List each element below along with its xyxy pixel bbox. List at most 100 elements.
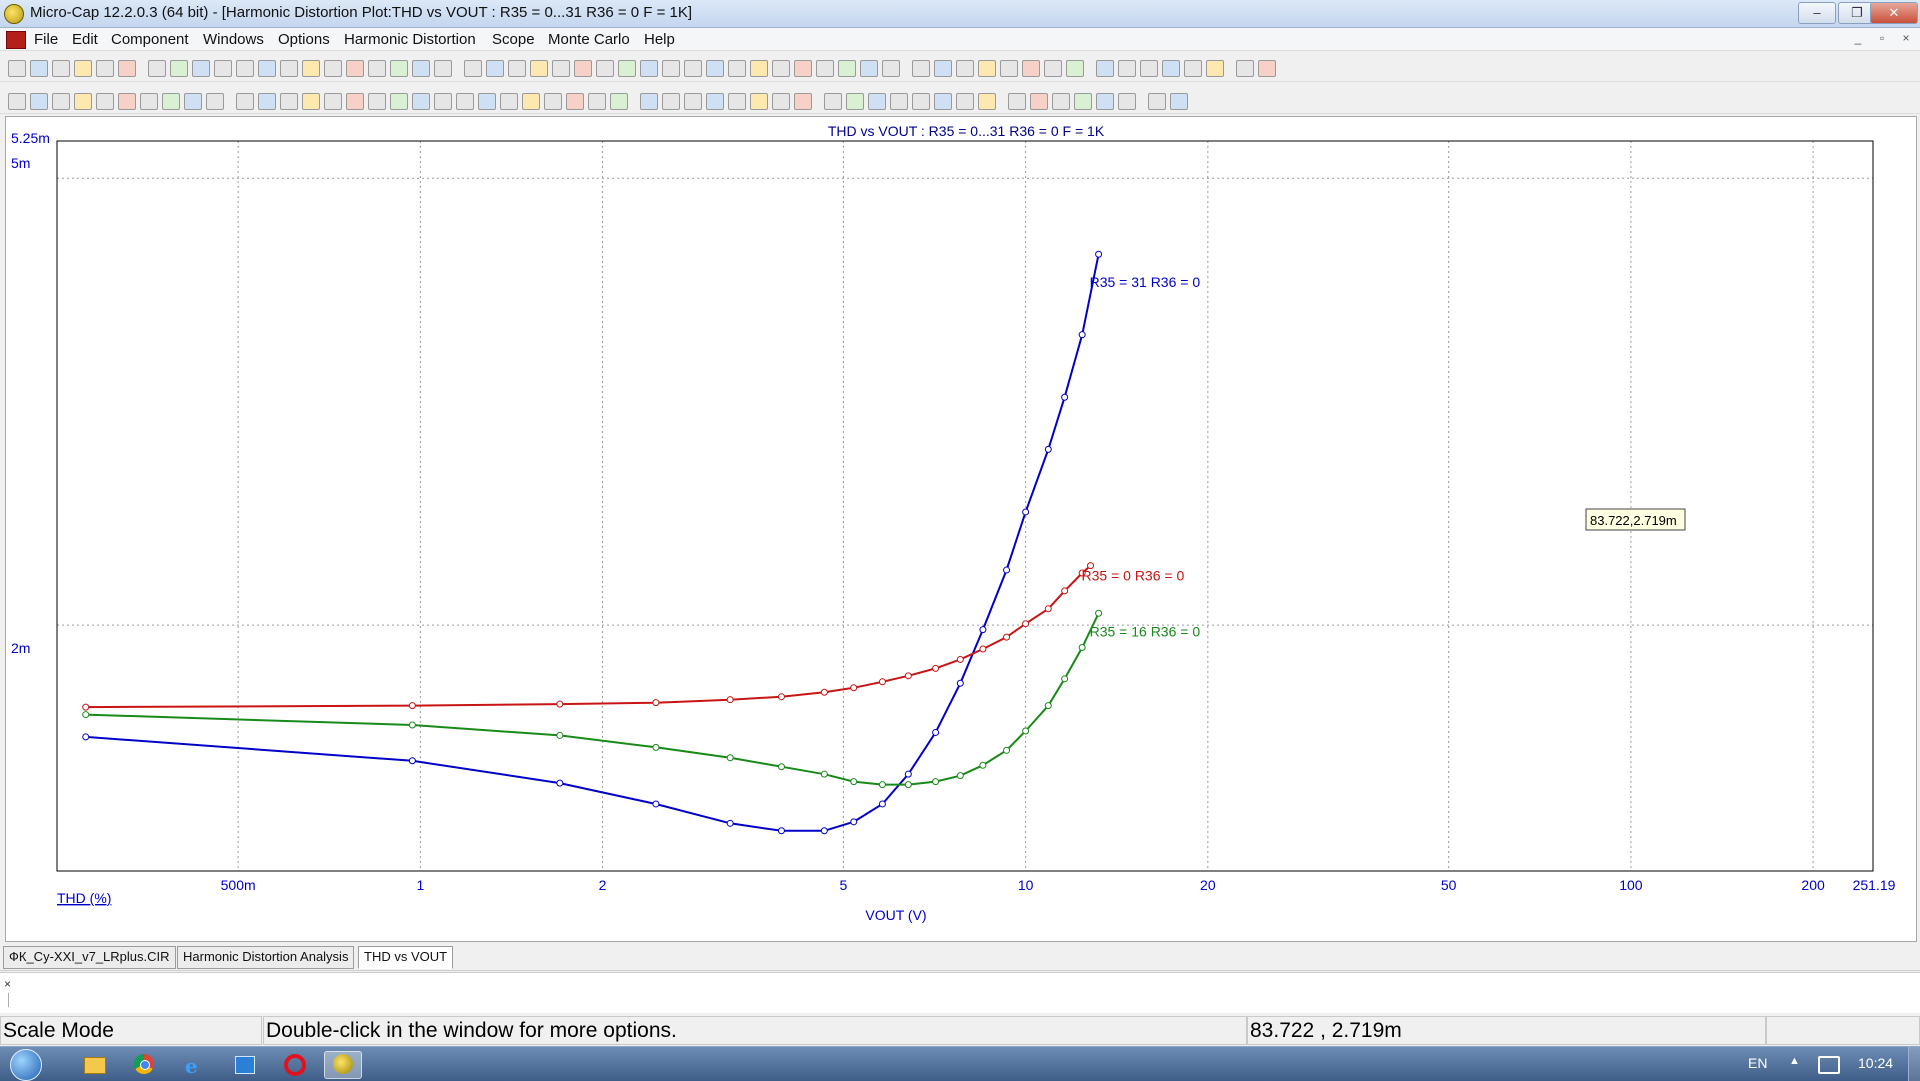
toolbar-button[interactable] xyxy=(728,93,746,110)
toolbar-button[interactable] xyxy=(684,93,702,110)
toolbar-button[interactable] xyxy=(478,93,496,110)
document-icon[interactable] xyxy=(6,31,26,49)
toolbar-button[interactable] xyxy=(1066,60,1084,77)
toolbar-button[interactable] xyxy=(662,93,680,110)
toolbar-button[interactable] xyxy=(706,93,724,110)
toolbar-button[interactable] xyxy=(96,60,114,77)
menu-component[interactable]: Component xyxy=(111,31,189,48)
pane-close-button[interactable]: × xyxy=(4,977,11,991)
microcap-app-icon[interactable] xyxy=(4,4,24,24)
plot-window[interactable]: R35 = 31 R36 = 0 R35 = 0 R36 = 0 R35 = 16 … xyxy=(5,116,1917,942)
microcap-taskbar-icon[interactable] xyxy=(324,1051,362,1079)
toolbar-button[interactable] xyxy=(574,60,592,77)
toolbar-button[interactable] xyxy=(148,60,166,77)
show-desktop-button[interactable] xyxy=(1908,1047,1920,1081)
toolbar-button[interactable] xyxy=(1148,93,1166,110)
toolbar-button[interactable] xyxy=(1096,93,1114,110)
tab-harmonic-distortion-analysis[interactable]: Harmonic Distortion Analysis xyxy=(177,946,355,969)
toolbar-button[interactable] xyxy=(794,60,812,77)
toolbar-button[interactable] xyxy=(750,93,768,110)
toolbar-button[interactable] xyxy=(1184,60,1202,77)
file-explorer-icon[interactable] xyxy=(76,1051,112,1077)
toolbar-button[interactable] xyxy=(640,93,658,110)
command-pane[interactable]: × xyxy=(0,972,1920,1013)
toolbar-button[interactable] xyxy=(956,93,974,110)
toolbar-button[interactable] xyxy=(162,93,180,110)
toolbar-button[interactable] xyxy=(684,60,702,77)
toolbar-button[interactable] xyxy=(258,60,276,77)
toolbar-button[interactable] xyxy=(1118,60,1136,77)
toolbar-button[interactable] xyxy=(566,93,584,110)
toolbar-button[interactable] xyxy=(206,93,224,110)
start-orb-icon[interactable] xyxy=(10,1049,42,1081)
toolbar-button[interactable] xyxy=(184,93,202,110)
toolbar-button[interactable] xyxy=(74,93,92,110)
toolbar-button[interactable] xyxy=(30,60,48,77)
toolbar-button[interactable] xyxy=(772,93,790,110)
toolbar-button[interactable] xyxy=(302,93,320,110)
toolbar-button[interactable] xyxy=(456,93,474,110)
toolbar-button[interactable] xyxy=(934,60,952,77)
toolbar-button[interactable] xyxy=(74,60,92,77)
chrome-icon[interactable] xyxy=(126,1051,162,1077)
toolbar-button[interactable] xyxy=(1000,60,1018,77)
toolbar-button[interactable] xyxy=(30,93,48,110)
toolbar-button[interactable] xyxy=(280,93,298,110)
toolbar-button[interactable] xyxy=(1022,60,1040,77)
toolbar-button[interactable] xyxy=(1162,60,1180,77)
toolbar-button[interactable] xyxy=(434,93,452,110)
app-window-icon[interactable] xyxy=(226,1051,262,1077)
toolbar-button[interactable] xyxy=(912,60,930,77)
toolbar-button[interactable] xyxy=(302,60,320,77)
toolbar-button[interactable] xyxy=(838,60,856,77)
toolbar-button[interactable] xyxy=(728,60,746,77)
toolbar-button[interactable] xyxy=(978,60,996,77)
toolbar-button[interactable] xyxy=(192,60,210,77)
toolbar-button[interactable] xyxy=(816,60,834,77)
toolbar-button[interactable] xyxy=(1118,93,1136,110)
toolbar-button[interactable] xyxy=(368,60,386,77)
toolbar-button[interactable] xyxy=(346,60,364,77)
tray-expand-icon[interactable]: ▲ xyxy=(1789,1055,1800,1067)
toolbar-button[interactable] xyxy=(552,60,570,77)
mdi-restore-button[interactable]: ▫ xyxy=(1874,31,1890,45)
menu-scope[interactable]: Scope xyxy=(492,31,535,48)
y-axis-label[interactable]: THD (%) xyxy=(57,890,111,906)
toolbar-button[interactable] xyxy=(1236,60,1254,77)
tab-circuit[interactable]: ФК_Cy-XXI_v7_LRplus.CIR xyxy=(3,946,176,969)
toolbar-button[interactable] xyxy=(596,60,614,77)
toolbar-button[interactable] xyxy=(390,60,408,77)
toolbar-button[interactable] xyxy=(912,93,930,110)
thd-plot[interactable]: R35 = 31 R36 = 0 R35 = 0 R36 = 0 R35 = 16 … xyxy=(6,117,1916,941)
toolbar-button[interactable] xyxy=(956,60,974,77)
toolbar-button[interactable] xyxy=(522,93,540,110)
toolbar-button[interactable] xyxy=(118,60,136,77)
toolbar-button[interactable] xyxy=(1052,93,1070,110)
toolbar-button[interactable] xyxy=(412,60,430,77)
toolbar-button[interactable] xyxy=(434,60,452,77)
toolbar-button[interactable] xyxy=(1074,93,1092,110)
toolbar-button[interactable] xyxy=(214,60,232,77)
toolbar-button[interactable] xyxy=(1008,93,1026,110)
toolbar-button[interactable] xyxy=(236,93,254,110)
toolbar-button[interactable] xyxy=(118,93,136,110)
toolbar-button[interactable] xyxy=(1206,60,1224,77)
toolbar-button[interactable] xyxy=(280,60,298,77)
toolbar-button[interactable] xyxy=(8,93,26,110)
menu-help[interactable]: Help xyxy=(644,31,675,48)
toolbar-button[interactable] xyxy=(236,60,254,77)
menu-edit[interactable]: Edit xyxy=(72,31,98,48)
toolbar-button[interactable] xyxy=(368,93,386,110)
minimize-button[interactable]: – xyxy=(1798,2,1836,24)
toolbar-button[interactable] xyxy=(846,93,864,110)
network-icon[interactable] xyxy=(1818,1056,1840,1074)
menu-monte-carlo[interactable]: Monte Carlo xyxy=(548,31,630,48)
toolbar-button[interactable] xyxy=(500,93,518,110)
menu-options[interactable]: Options xyxy=(278,31,330,48)
menu-windows[interactable]: Windows xyxy=(203,31,264,48)
toolbar-button[interactable] xyxy=(640,60,658,77)
toolbar-button[interactable] xyxy=(258,93,276,110)
toolbar-button[interactable] xyxy=(588,93,606,110)
toolbar-button[interactable] xyxy=(1170,93,1188,110)
toolbar-button[interactable] xyxy=(1258,60,1276,77)
